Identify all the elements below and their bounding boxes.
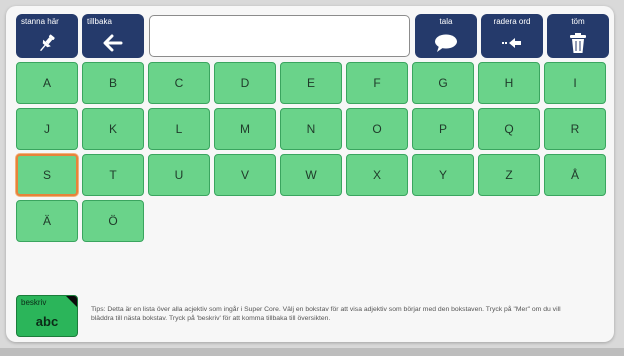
letter-key[interactable]: Y [412,154,474,196]
corner-mark-icon [66,296,77,307]
describe-sub-label: abc [35,314,59,329]
letter-key[interactable]: N [280,108,342,150]
back-label: tillbaka [87,17,112,26]
letter-key[interactable]: X [346,154,408,196]
letter-key[interactable]: Ä [16,200,78,242]
letter-key[interactable]: E [280,62,342,104]
letter-key[interactable]: W [280,154,342,196]
letter-key[interactable]: P [412,108,474,150]
letter-key[interactable]: I [544,62,606,104]
letter-key[interactable]: B [82,62,144,104]
letter-key[interactable]: C [148,62,210,104]
describe-button[interactable]: beskriv abc [16,295,78,337]
delete-word-label: radera ord [493,17,531,26]
letter-key[interactable]: Ö [82,200,144,242]
delete-word-button[interactable]: radera ord [481,14,543,58]
speak-button[interactable]: tala [415,14,477,58]
back-button[interactable]: tillbaka [82,14,144,58]
message-input[interactable] [149,15,410,57]
bottom-strip [0,348,624,356]
letter-key[interactable]: F [346,62,408,104]
speak-label: tala [439,17,453,26]
letter-key[interactable]: T [82,154,144,196]
letter-key[interactable]: Q [478,108,540,150]
speech-bubble-icon [415,31,477,55]
letter-key[interactable]: H [478,62,540,104]
tips-text: Tips: Detta är en lista över alla acjekt… [91,306,561,322]
letter-key[interactable]: K [82,108,144,150]
letter-key[interactable]: L [148,108,210,150]
letter-key[interactable]: Z [478,154,540,196]
letter-key[interactable]: A [16,62,78,104]
letter-key[interactable]: O [346,108,408,150]
arrow-left-icon [82,31,144,55]
stay-here-button[interactable]: stanna här [16,14,78,58]
trash-icon [547,31,609,55]
delete-arrow-icon [481,31,543,55]
pin-icon [16,31,78,55]
letter-key[interactable]: M [214,108,276,150]
stay-here-label: stanna här [21,17,59,26]
letter-key[interactable]: S [16,154,78,196]
clear-button[interactable]: töm [547,14,609,58]
describe-label: beskriv [21,298,47,307]
letter-key[interactable]: D [214,62,276,104]
letter-key[interactable]: J [16,108,78,150]
letter-key[interactable]: Å [544,154,606,196]
letter-key[interactable]: R [544,108,606,150]
letter-key[interactable]: U [148,154,210,196]
letter-key[interactable]: V [214,154,276,196]
clear-label: töm [571,17,585,26]
letter-key[interactable]: G [412,62,474,104]
